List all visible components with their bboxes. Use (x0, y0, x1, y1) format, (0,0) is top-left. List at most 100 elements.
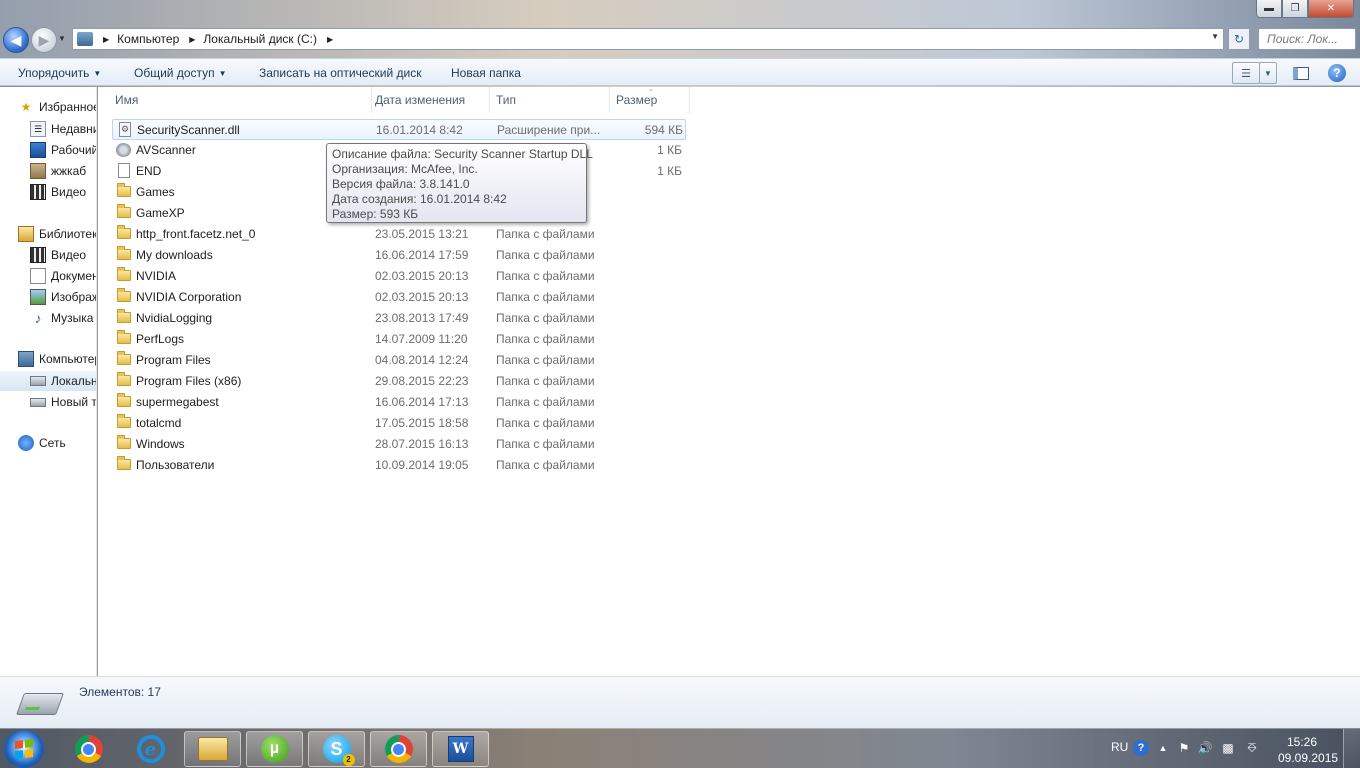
file-name: AVScanner (136, 143, 196, 157)
preview-pane-icon (1293, 66, 1309, 80)
folder-icon (117, 225, 131, 239)
taskbar-utorrent-button[interactable]: µ (246, 731, 303, 767)
preview-pane-button[interactable] (1290, 62, 1312, 84)
arrow-right-icon: ▶ (38, 31, 50, 48)
share-menu-button[interactable]: Общий доступ ▼ (134, 66, 227, 80)
taskbar-chrome-window-button[interactable] (370, 731, 427, 767)
file-row[interactable]: totalcmd 17.05.2015 18:58 Папка с файлами (112, 413, 686, 434)
action-center-flag-icon[interactable]: ⚑ (1176, 740, 1192, 756)
file-row[interactable]: Program Files 04.08.2014 12:24 Папка с фай… (112, 350, 686, 371)
item-count: Элементов: 17 (79, 685, 161, 699)
chevron-right-icon[interactable]: ▶ (103, 35, 109, 44)
chevron-right-icon[interactable]: ▶ (327, 35, 333, 44)
sidebar-item-video-fav[interactable]: Видео (30, 182, 96, 202)
back-button[interactable]: ◀ (3, 27, 29, 53)
start-button[interactable] (4, 730, 44, 768)
file-row[interactable]: ⚙ SecurityScanner.dll 16.01.2014 8:42 Расши… (112, 119, 686, 140)
taskbar-explorer-button[interactable] (184, 731, 241, 767)
language-indicator[interactable]: RU (1111, 740, 1128, 754)
folder-icon (117, 267, 131, 281)
new-folder-button[interactable]: Новая папка (451, 66, 521, 80)
network-tray-icon[interactable]: ▩ (1220, 740, 1236, 756)
address-bar[interactable]: ▶ Компьютер ▶ Локальный диск (C:) ▶ ▼ (72, 28, 1224, 50)
file-row[interactable]: NvidiaLogging 23.08.2013 17:49 Папка с фай… (112, 308, 686, 329)
sidebar-item-computer[interactable]: Компьютер (18, 349, 96, 369)
taskbar-ie-button[interactable]: e (122, 731, 179, 767)
column-header-type[interactable]: Тип (490, 87, 610, 113)
file-name: supermegabest (136, 395, 219, 409)
burn-button[interactable]: Записать на оптический диск (259, 66, 422, 80)
file-name: GameXP (136, 206, 185, 220)
breadcrumb-local-disk[interactable]: Локальный диск (C:) (203, 32, 317, 46)
sidebar-item-label: Сеть (39, 436, 66, 450)
close-button[interactable]: ✕ (1308, 0, 1354, 18)
taskbar-skype-button[interactable]: S2 (308, 731, 365, 767)
file-name: http_front.facetz.net_0 (136, 227, 256, 241)
share-label: Общий доступ (134, 66, 215, 80)
file-type: Папка с файлами (496, 416, 595, 430)
taskbar-chrome-button[interactable] (60, 731, 117, 767)
desktop-icon (30, 142, 46, 158)
sidebar-item-local-disk[interactable]: Локальный диск (C:) (0, 371, 96, 391)
sidebar-item-documents[interactable]: Документы (30, 266, 96, 286)
file-row[interactable]: My downloads 16.06.2014 17:59 Папка с файл… (112, 245, 686, 266)
file-row[interactable]: Пользователи 10.09.2014 19:05 Папка с файл… (112, 455, 686, 476)
sidebar-item-label: жжкаб (51, 164, 87, 178)
file-row[interactable]: NVIDIA 02.03.2015 20:13 Папка с файлами (112, 266, 686, 287)
show-desktop-button[interactable] (1343, 729, 1360, 768)
file-date: 04.08.2014 12:24 (375, 353, 469, 367)
file-row[interactable]: http_front.facetz.net_0 23.05.2015 13:21 П… (112, 224, 686, 245)
help-button[interactable]: ? (1328, 64, 1346, 82)
file-name: END (136, 164, 162, 178)
column-header-date[interactable]: Дата изменения (369, 87, 490, 113)
folder-icon (117, 456, 131, 470)
help-tray-icon[interactable]: ? (1133, 740, 1149, 756)
folder-icon (117, 330, 131, 344)
sidebar-item-desktop[interactable]: Рабочий стол (30, 140, 96, 160)
file-row[interactable]: Windows 28.07.2015 16:13 Папка с файлами (112, 434, 686, 455)
file-info-tooltip: Описание файла: Security Scanner Startup… (326, 143, 593, 223)
chevron-right-icon[interactable]: ▶ (189, 35, 195, 44)
maximize-button[interactable]: ❐ (1282, 0, 1308, 18)
file-date: 28.07.2015 16:13 (375, 437, 469, 451)
sidebar-item-folder[interactable]: жжкаб (30, 161, 96, 181)
sidebar-item-recent-places[interactable]: ☰ Недавние места (30, 119, 96, 139)
file-name: Games (136, 185, 175, 199)
chrome-icon (74, 735, 103, 763)
file-row[interactable]: supermegabest 16.06.2014 17:13 Папка с фай… (112, 392, 686, 413)
file-date: 16.01.2014 8:42 (376, 123, 463, 137)
system-clock[interactable]: 15:26 09.09.2015 (1278, 734, 1338, 766)
taskbar-word-button[interactable]: W (432, 731, 489, 767)
search-input[interactable]: Поиск: Лок... (1258, 28, 1356, 50)
tooltip-description: Описание файла: Security Scanner Startup… (332, 147, 593, 161)
sidebar-item-video-lib[interactable]: Видео (30, 245, 96, 265)
organize-menu-button[interactable]: Упорядочить ▼ (18, 66, 101, 80)
power-icon[interactable]: ⎑ (1244, 740, 1260, 756)
column-header-name[interactable]: Имя (109, 87, 372, 113)
address-history-dropdown-icon[interactable]: ▼ (1211, 32, 1219, 41)
view-options-dropdown[interactable]: ▼ (1259, 62, 1277, 84)
chevron-down-icon: ▼ (1264, 68, 1272, 78)
sidebar-item-libraries[interactable]: Библиотеки (18, 224, 96, 244)
sidebar-item-pictures[interactable]: Изображения (30, 287, 96, 307)
refresh-button[interactable]: ↻ (1228, 28, 1250, 50)
tooltip-created: Дата создания: 16.01.2014 8:42 (332, 192, 507, 206)
application-icon (116, 143, 131, 157)
sidebar-item-favorites[interactable]: ★ Избранное (18, 97, 96, 117)
video-icon (30, 247, 46, 263)
recent-pages-dropdown-icon[interactable]: ▼ (58, 34, 66, 43)
file-type: Расширение при... (497, 123, 601, 137)
sidebar-item-network[interactable]: Сеть (18, 433, 96, 453)
file-row[interactable]: Program Files (x86) 29.08.2015 22:23 Папка… (112, 371, 686, 392)
tray-expand-icon[interactable]: ▲ (1155, 740, 1171, 756)
sidebar-item-new-volume[interactable]: Новый том (30, 392, 96, 412)
breadcrumb-computer[interactable]: Компьютер (117, 32, 179, 46)
change-view-button[interactable]: ☰ (1232, 62, 1260, 84)
minimize-button[interactable]: ▬ (1256, 0, 1282, 18)
folder-icon (117, 309, 131, 323)
sidebar-item-music[interactable]: ♪ Музыка (30, 308, 96, 328)
file-row[interactable]: NVIDIA Corporation 02.03.2015 20:13 Папка … (112, 287, 686, 308)
file-row[interactable]: PerfLogs 14.07.2009 11:20 Папка с файлами (112, 329, 686, 350)
forward-button[interactable]: ▶ (31, 27, 57, 53)
volume-icon[interactable]: 🔊 (1197, 740, 1213, 756)
